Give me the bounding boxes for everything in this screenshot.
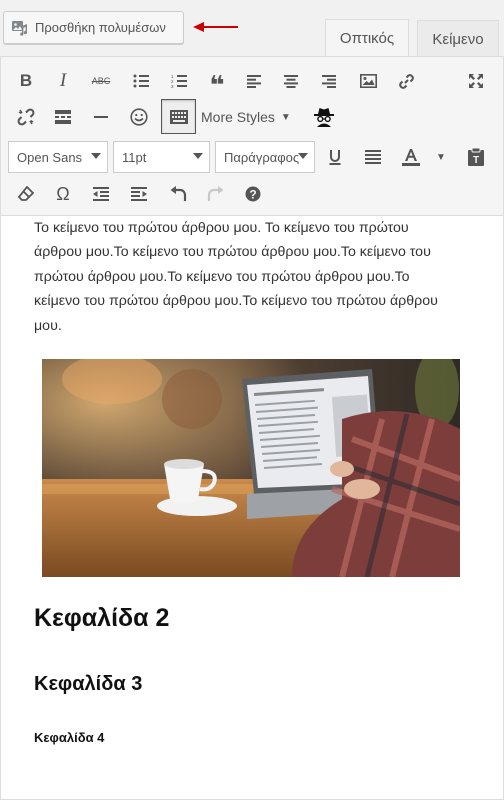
spy-icon (314, 108, 334, 127)
redo-icon (207, 186, 223, 201)
caret-down-icon (193, 153, 203, 159)
undo-icon (170, 186, 186, 201)
horizontal-line-icon (94, 115, 108, 118)
font-size-value: 11pt (122, 149, 147, 165)
font-size-select[interactable]: 11pt (113, 141, 210, 173)
more-styles-label: More Styles (201, 109, 275, 125)
justify-icon (365, 150, 381, 164)
heading-4: Κεφαλίδα 4 (34, 730, 105, 745)
annotation-arrow (193, 22, 238, 32)
help-button[interactable]: ? (236, 177, 270, 211)
insert-image-button[interactable] (351, 64, 385, 98)
unlink-button[interactable] (9, 100, 43, 134)
align-center-icon (284, 74, 298, 88)
read-more-button[interactable] (46, 100, 80, 134)
more-styles-dropdown[interactable]: More Styles ▼ (201, 100, 291, 134)
paste-text-button[interactable]: T (459, 141, 493, 173)
block-format-select[interactable]: Παράγραφος (215, 141, 315, 173)
fullscreen-icon (469, 74, 483, 88)
outdent-icon (93, 187, 109, 201)
editor: B I ABC 123 ❝ More Styles ▼ Open Sans 11… (0, 56, 504, 800)
article-paragraph: Το κείμενο του πρώτου άρθρου μου. Το κεί… (34, 216, 474, 338)
article-image[interactable] (42, 359, 460, 577)
editor-top-bar: Προσθήκη πολυμέσων Οπτικός Κείμενο (0, 0, 504, 57)
clear-formatting-button[interactable] (9, 177, 43, 211)
caret-down-icon (91, 153, 101, 159)
special-character-icon: Ω (56, 183, 70, 204)
caret-down-icon: ▼ (436, 151, 446, 163)
caret-down-icon (298, 153, 308, 159)
emoji-button[interactable] (122, 100, 156, 134)
unlink-icon (17, 108, 35, 126)
paragraph-line: πρώτου άρθρου μου.Το κείμενο του πρώτου … (34, 268, 410, 285)
strikethrough-button[interactable]: ABC (84, 64, 118, 98)
help-icon: ? (245, 186, 261, 202)
numbered-list-icon: 123 (171, 74, 187, 88)
fullscreen-button[interactable] (459, 64, 493, 98)
justify-button[interactable] (356, 141, 390, 173)
underline-icon (329, 150, 341, 165)
undo-button[interactable] (161, 177, 195, 211)
heading-2: Κεφαλίδα 2 (34, 604, 170, 632)
block-format-value: Παράγραφος (224, 149, 300, 165)
svg-text:T: T (473, 155, 479, 166)
caret-down-icon: ▼ (280, 111, 291, 123)
font-family-value: Open Sans (17, 149, 83, 165)
toolbar-toggle-button[interactable] (161, 99, 196, 134)
blockquote-button[interactable]: ❝ (200, 64, 234, 100)
align-center-button[interactable] (274, 64, 308, 98)
tab-text[interactable]: Κείμενο (417, 20, 499, 57)
paragraph-line: κείμενο του πρώτου άρθρου μου.Το κείμενο… (34, 293, 438, 310)
svg-text:3: 3 (171, 84, 174, 88)
text-color-button[interactable] (394, 141, 428, 173)
align-right-button[interactable] (312, 64, 346, 98)
align-right-icon (322, 74, 336, 88)
align-left-button[interactable] (237, 64, 271, 98)
insert-link-button[interactable] (389, 64, 423, 98)
editor-content[interactable]: Το κείμενο του πρώτου άρθρου μου. Το κεί… (1, 216, 503, 799)
read-more-icon (55, 110, 71, 124)
bullet-list-button[interactable] (124, 64, 158, 98)
toolbar-toggle-icon (169, 109, 188, 124)
align-left-icon (247, 74, 261, 88)
add-media-icon (10, 18, 30, 38)
paragraph-line: Το κείμενο του πρώτου άρθρου μου. Το κεί… (34, 220, 409, 236)
add-media-label: Προσθήκη πολυμέσων (35, 20, 166, 35)
emoji-icon (130, 108, 148, 126)
spy-button[interactable] (307, 100, 341, 134)
clear-formatting-icon (18, 186, 34, 201)
italic-button[interactable]: I (46, 64, 80, 98)
indent-button[interactable] (122, 177, 156, 211)
underline-button[interactable] (318, 141, 352, 173)
svg-text:?: ? (249, 188, 256, 202)
outdent-button[interactable] (84, 177, 118, 211)
bullet-list-icon (133, 74, 149, 88)
image-icon (359, 74, 377, 88)
redo-button[interactable] (198, 177, 232, 211)
numbered-list-button[interactable]: 123 (162, 64, 196, 98)
text-color-icon (402, 148, 420, 166)
link-icon (398, 73, 414, 89)
tab-visual[interactable]: Οπτικός (325, 19, 409, 57)
bold-button[interactable]: B (9, 64, 43, 98)
paragraph-line: άρθρου μου.Το κείμενο του πρώτου άρθρου … (34, 244, 431, 261)
indent-icon (131, 187, 147, 201)
heading-3: Κεφαλίδα 3 (34, 673, 143, 695)
paragraph-line: μου. (34, 317, 62, 334)
horizontal-line-button[interactable] (84, 100, 118, 134)
font-family-select[interactable]: Open Sans (8, 141, 108, 173)
special-character-button[interactable]: Ω (46, 177, 80, 211)
add-media-button[interactable]: Προσθήκη πολυμέσων (3, 11, 184, 44)
editor-toolbar: B I ABC 123 ❝ More Styles ▼ Open Sans 11… (1, 57, 503, 216)
text-color-dropdown[interactable]: ▼ (429, 141, 453, 173)
paste-text-icon: T (468, 148, 484, 166)
